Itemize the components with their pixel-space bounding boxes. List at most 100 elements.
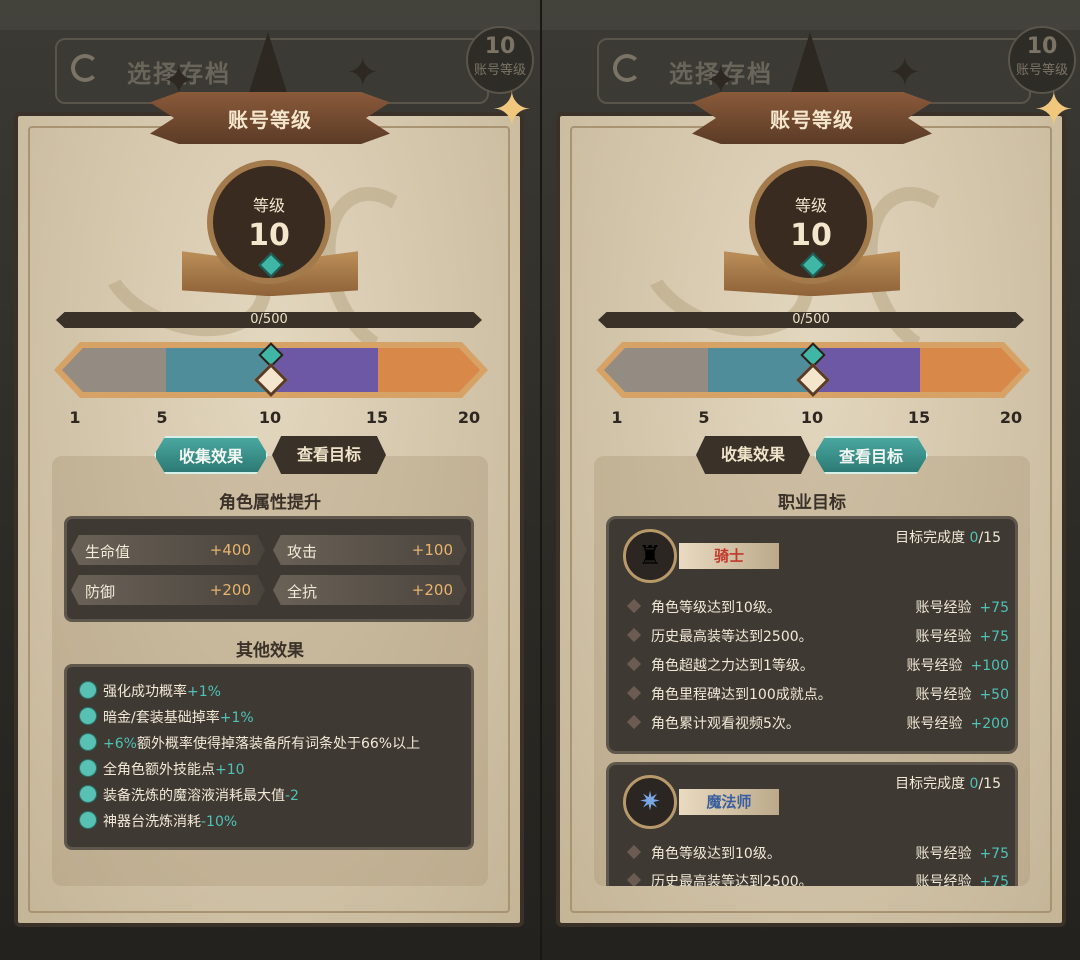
background-top xyxy=(0,0,540,30)
background-top xyxy=(542,0,1080,30)
knight-icon: ♜ xyxy=(623,529,677,583)
attr-value: +100 xyxy=(411,541,453,559)
account-level-badge-label: 账号等级 xyxy=(1015,63,1068,78)
tier-tick: 5 xyxy=(698,408,710,427)
close-star-icon[interactable]: ✦ xyxy=(492,86,532,134)
right-screen: 选择存档 10 账号等级 ✦ ✦ 账号等级 ✦ 等级 10 0/500 1 5 … xyxy=(540,0,1080,960)
tier-tick: 5 xyxy=(156,408,168,427)
collection-effects-content: 角色属性提升 生命值 +400 攻击 +100 防御 +200 全抗 +200 … xyxy=(52,456,488,886)
tier-purple xyxy=(272,348,378,392)
diamond-bullet-icon xyxy=(626,844,642,860)
account-level-badge-label: 账号等级 xyxy=(473,63,526,78)
goals-content[interactable]: 职业目标 目标完成度 0/15 ♜ 骑士 角色等级达到10级。 账号经验 +75 历… xyxy=(594,456,1030,886)
sparkle-right-icon: ✦ xyxy=(346,50,380,96)
attr-name: 全抗 xyxy=(287,583,318,601)
effect-icon xyxy=(79,733,97,751)
goal-row: 历史最高装等达到2500。 账号经验 +75 xyxy=(626,626,1009,648)
mage-icon: ✷ xyxy=(623,775,677,829)
tier-orange xyxy=(378,348,480,392)
account-level-badge-number: 10 xyxy=(484,34,516,59)
tab-switcher: 收集效果 查看目标 xyxy=(696,436,928,474)
effects-box: 强化成功概率+1% 暗金/套装基础掉率+1% +6%额外概率使得掉落装备所有词条… xyxy=(64,664,474,850)
class-name: 骑士 xyxy=(679,543,779,569)
tier-blue xyxy=(708,348,814,392)
other-section-title: 其他效果 xyxy=(236,641,304,661)
attr-value: +200 xyxy=(411,581,453,599)
attr-row: 生命值 +400 xyxy=(71,535,265,565)
tier-tick: 20 xyxy=(457,408,481,427)
diamond-bullet-icon xyxy=(626,714,642,730)
effect-icon xyxy=(79,785,97,803)
goals-section-title: 职业目标 xyxy=(778,493,846,513)
panel-title: 账号等级 xyxy=(770,108,854,132)
attr-row: 全抗 +200 xyxy=(273,575,467,605)
attr-row: 攻击 +100 xyxy=(273,535,467,565)
tier-gray xyxy=(62,348,166,392)
tier-purple xyxy=(814,348,920,392)
goal-row: 角色累计观看视频5次。 账号经验 +200 xyxy=(626,713,1009,735)
back-icon[interactable] xyxy=(613,54,641,82)
effect-row: 暗金/套装基础掉率+1% xyxy=(79,707,254,729)
attr-value: +400 xyxy=(209,541,251,559)
attr-row: 防御 +200 xyxy=(71,575,265,605)
goal-row: 角色等级达到10级。 账号经验 +75 xyxy=(626,597,1009,619)
class-goal-card-mage: 目标完成度 0/15 ✷ 魔法师 角色等级达到10级。 账号经验 +75 历史最高装… xyxy=(606,762,1018,886)
tab-collection-effects[interactable]: 收集效果 xyxy=(696,436,810,474)
account-level-badge-number: 10 xyxy=(1026,34,1058,59)
attr-name: 防御 xyxy=(85,583,116,601)
effect-icon xyxy=(79,707,97,725)
tier-orange xyxy=(920,348,1022,392)
class-name: 魔法师 xyxy=(679,789,779,815)
sparkle-right-icon: ✦ xyxy=(888,50,922,96)
attr-name: 攻击 xyxy=(287,543,318,561)
tier-tick: 10 xyxy=(800,408,824,427)
class-goal-card-knight: 目标完成度 0/15 ♜ 骑士 角色等级达到10级。 账号经验 +75 历史最高装等… xyxy=(606,516,1018,754)
tier-tick: 1 xyxy=(69,408,81,427)
effect-icon xyxy=(79,811,97,829)
xp-text: 0/500 xyxy=(792,312,830,327)
diamond-bullet-icon xyxy=(626,627,642,643)
attr-name: 生命值 xyxy=(85,543,131,561)
goal-progress: 目标完成度 0/15 xyxy=(895,776,1001,792)
diamond-bullet-icon xyxy=(626,685,642,701)
goal-progress: 目标完成度 0/15 xyxy=(895,530,1001,546)
effect-row: 强化成功概率+1% xyxy=(79,681,221,703)
effect-row: +6%额外概率使得掉落装备所有词条处于66%以上 xyxy=(79,733,420,755)
level-label: 等级 xyxy=(794,196,827,215)
goal-row: 角色超越之力达到1等级。 账号经验 +100 xyxy=(626,655,1009,677)
panel-title: 账号等级 xyxy=(228,108,312,132)
goal-row: 角色等级达到10级。 账号经验 +75 xyxy=(626,843,1009,865)
effect-icon xyxy=(79,681,97,699)
top-spike-ornament xyxy=(246,32,290,102)
tier-tick: 15 xyxy=(365,408,389,427)
tab-collection-effects[interactable]: 收集效果 xyxy=(154,436,268,474)
effect-row: 装备洗炼的魔溶液消耗最大值-2 xyxy=(79,785,299,807)
attr-box: 生命值 +400 攻击 +100 防御 +200 全抗 +200 xyxy=(64,516,474,622)
effect-row: 神器台洗炼消耗-10% xyxy=(79,811,237,833)
diamond-bullet-icon xyxy=(626,598,642,614)
goal-row: 历史最高装等达到2500。 账号经验 +75 xyxy=(626,871,1009,886)
level-label: 等级 xyxy=(252,196,285,215)
diamond-bullet-icon xyxy=(626,872,642,886)
tier-blue xyxy=(166,348,272,392)
effect-row: 全角色额外技能点+10 xyxy=(79,759,245,781)
attr-value: +200 xyxy=(209,581,251,599)
level-value: 10 xyxy=(248,218,290,253)
xp-text: 0/500 xyxy=(250,312,288,327)
back-icon[interactable] xyxy=(71,54,99,82)
tier-gray xyxy=(604,348,708,392)
top-spike-ornament xyxy=(788,32,832,102)
goal-row: 角色里程碑达到100成就点。 账号经验 +50 xyxy=(626,684,1009,706)
attr-section-title: 角色属性提升 xyxy=(219,493,321,513)
close-star-icon[interactable]: ✦ xyxy=(1034,86,1074,134)
tab-switcher: 收集效果 查看目标 xyxy=(154,436,386,474)
tab-view-goals[interactable]: 查看目标 xyxy=(272,436,386,474)
left-screen: 选择存档 10 账号等级 ✦ ✦ 账号等级 ✦ 等级 10 0/500 1 5 … xyxy=(0,0,540,960)
tier-tick: 15 xyxy=(907,408,931,427)
tab-view-goals[interactable]: 查看目标 xyxy=(814,436,928,474)
tier-tick: 1 xyxy=(611,408,623,427)
tier-tick: 20 xyxy=(999,408,1023,427)
effect-icon xyxy=(79,759,97,777)
level-value: 10 xyxy=(790,218,832,253)
diamond-bullet-icon xyxy=(626,656,642,672)
